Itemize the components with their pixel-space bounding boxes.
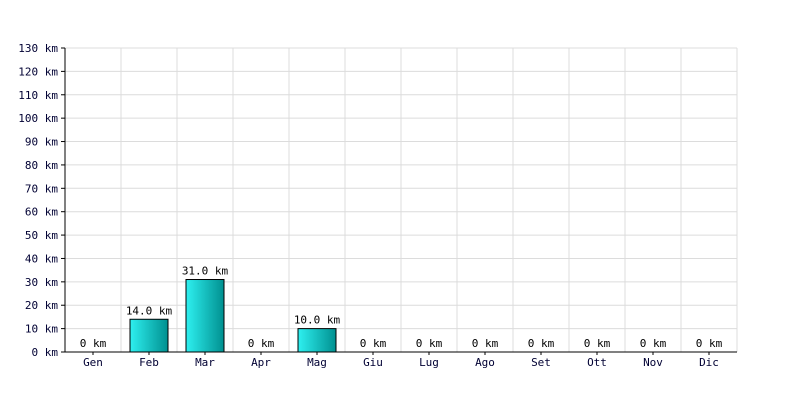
y-tick-label: 0 km bbox=[32, 346, 59, 359]
x-tick-label: Set bbox=[531, 356, 551, 369]
x-tick-label: Gen bbox=[83, 356, 103, 369]
bar-mag bbox=[297, 328, 337, 353]
x-tick-label: Nov bbox=[643, 356, 663, 369]
data-label: 0 km bbox=[584, 337, 611, 350]
x-tick-label: Feb bbox=[139, 356, 159, 369]
y-tick-label: 40 km bbox=[25, 252, 58, 265]
y-tick-label: 70 km bbox=[25, 182, 58, 195]
y-tick-label: 110 km bbox=[18, 89, 58, 102]
x-tick-label: Ago bbox=[475, 356, 495, 369]
y-tick-label: 60 km bbox=[25, 206, 58, 219]
data-label: 0 km bbox=[360, 337, 387, 350]
data-label: 0 km bbox=[80, 337, 107, 350]
data-label: 0 km bbox=[416, 337, 443, 350]
x-axis-ticks: Gen Feb Mar Apr Mag Giu Lug Ago Set Ott Nov Dic bbox=[83, 352, 719, 369]
x-tick-label: Giu bbox=[363, 356, 383, 369]
bar-feb bbox=[129, 318, 169, 353]
y-tick-label: 100 km bbox=[18, 112, 58, 125]
bar-chart: 0 km14.0 km31.0 km0 km10.0 km0 km 0 km 0 k… bbox=[18, 42, 738, 369]
bar-mar bbox=[185, 279, 225, 353]
x-tick-label: Ott bbox=[587, 356, 607, 369]
y-tick-label: 20 km bbox=[25, 299, 58, 312]
x-tick-label: Lug bbox=[419, 356, 439, 369]
data-label: 14.0 km bbox=[126, 304, 173, 317]
y-tick-label: 120 km bbox=[18, 65, 58, 78]
y-tick-label: 80 km bbox=[25, 159, 58, 172]
y-tick-label: 10 km bbox=[25, 323, 58, 336]
x-tick-label: Mar bbox=[195, 356, 215, 369]
x-tick-label: Dic bbox=[699, 356, 719, 369]
data-label: 0 km bbox=[528, 337, 555, 350]
x-tick-label: Apr bbox=[251, 356, 271, 369]
data-label: 0 km bbox=[696, 337, 723, 350]
data-label: 31.0 km bbox=[182, 265, 229, 278]
data-label: 0 km bbox=[248, 337, 275, 350]
x-tick-label: Mag bbox=[307, 356, 327, 369]
y-tick-label: 30 km bbox=[25, 276, 58, 289]
data-label: 0 km bbox=[640, 337, 667, 350]
data-label: 10.0 km bbox=[294, 314, 341, 327]
y-axis-ticks: 0 km 10 km 20 km 30 km 40 km 50 km 60 km 70 km 8… bbox=[18, 42, 65, 359]
y-tick-label: 90 km bbox=[25, 136, 58, 149]
data-label: 0 km bbox=[472, 337, 499, 350]
y-tick-label: 50 km bbox=[25, 229, 58, 242]
y-tick-label: 130 km bbox=[18, 42, 58, 55]
